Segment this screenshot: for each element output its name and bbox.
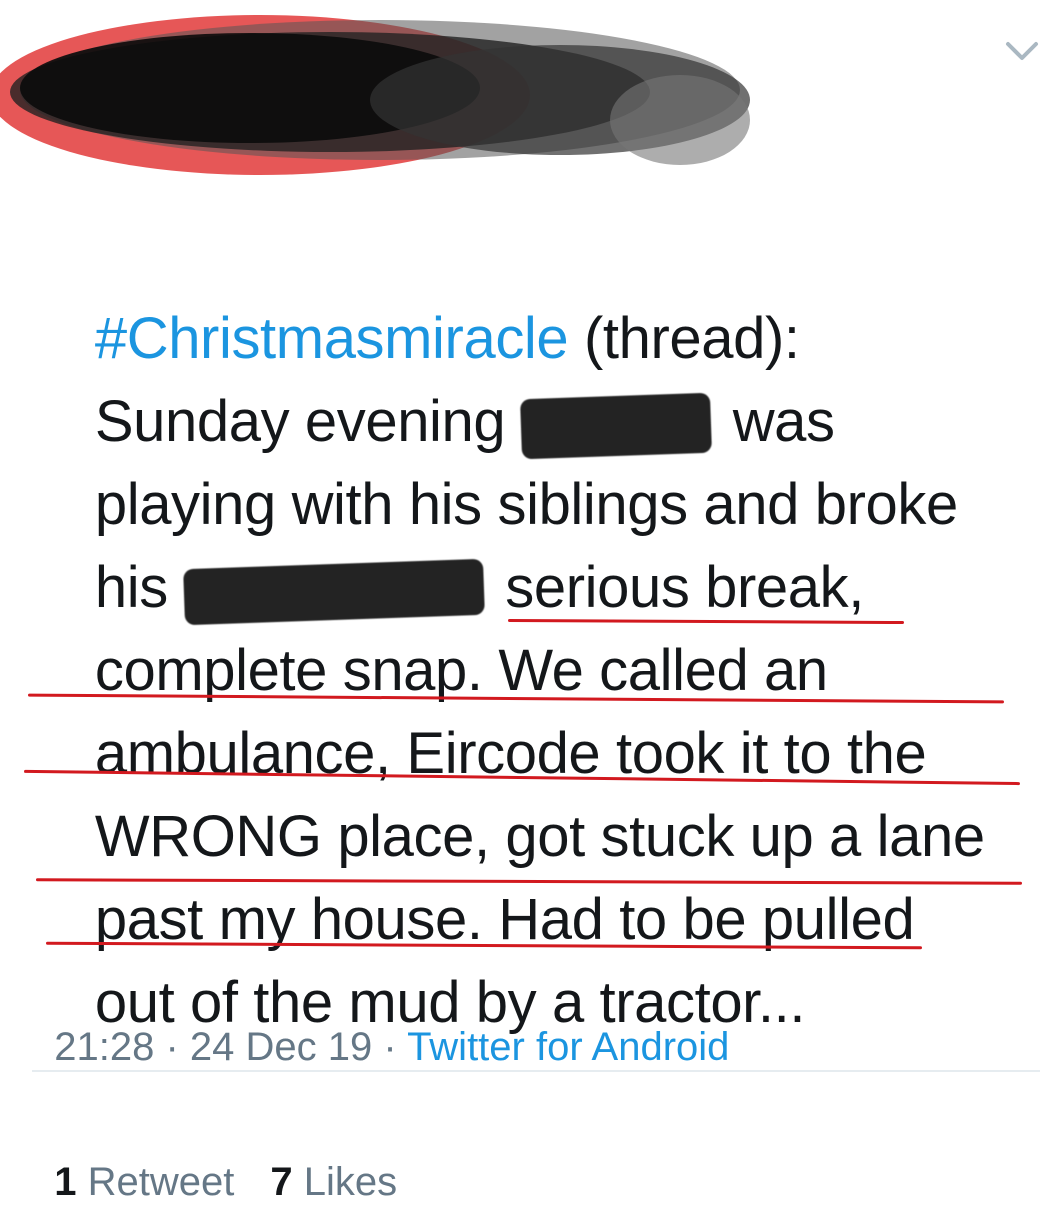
tweet-source-link[interactable]: Twitter for Android — [407, 1025, 729, 1069]
redacted-profile-scribble — [0, 15, 750, 175]
tweet-meta: 21:28 · 24 Dec 19 · Twitter for Android — [32, 980, 729, 1070]
retweets-count: 1 — [54, 1160, 77, 1204]
likes-count: 7 — [270, 1160, 293, 1204]
tweet-header — [0, 0, 1058, 200]
tweet-time: 21:28 — [54, 1025, 155, 1069]
chevron-down-icon[interactable] — [1002, 34, 1042, 68]
meta-separator: · — [372, 1025, 408, 1069]
divider — [32, 1070, 1040, 1072]
tweet-date: 24 Dec 19 — [189, 1025, 373, 1069]
likes-stat[interactable]: 7 Likes — [270, 1160, 397, 1205]
meta-separator: · — [154, 1025, 190, 1069]
tweet-stats: 1 Retweet 7 Likes — [32, 1115, 433, 1205]
retweets-label: Retweet — [76, 1160, 235, 1204]
retweets-stat[interactable]: 1 Retweet — [54, 1160, 234, 1205]
likes-label: Likes — [292, 1160, 398, 1204]
